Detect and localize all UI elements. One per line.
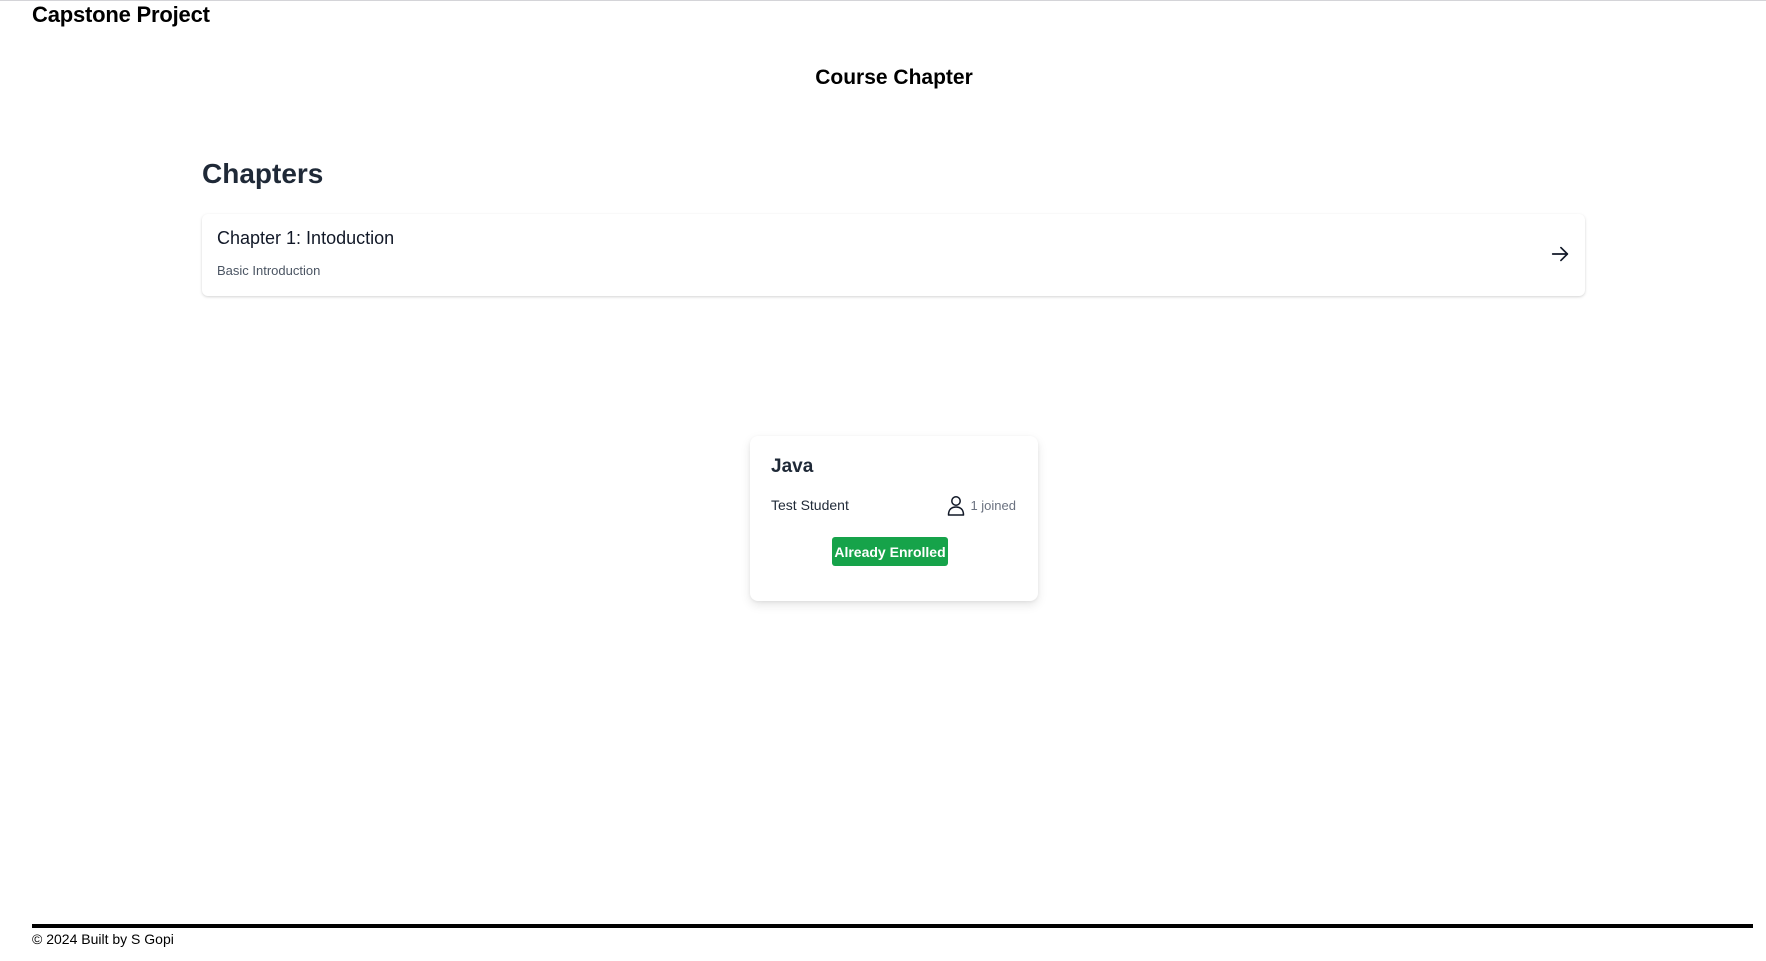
already-enrolled-button[interactable]: Already Enrolled <box>832 537 948 566</box>
joined-info: 1 joined <box>947 494 1016 516</box>
top-divider <box>0 0 1766 1</box>
app-title[interactable]: Capstone Project <box>32 2 210 28</box>
chapter-card[interactable]: Chapter 1: Intoduction Basic Introductio… <box>202 214 1585 296</box>
chapter-title: Chapter 1: Intoduction <box>217 228 395 248</box>
footer-divider <box>32 924 1753 928</box>
course-author: Test Student <box>771 497 849 513</box>
chapters-heading: Chapters <box>202 158 324 189</box>
user-icon <box>948 495 965 516</box>
arrow-right-icon[interactable] <box>1549 243 1571 265</box>
joined-count: 1 joined <box>970 497 1016 513</box>
page: Capstone Project Course Chapter Chapters… <box>0 0 1766 961</box>
footer-copyright: © 2024 Built by S Gopi <box>32 931 174 947</box>
course-card: Java Test Student 1 joined Already Enrol… <box>750 436 1038 601</box>
course-title: Java <box>771 456 814 477</box>
chapter-description: Basic Introduction <box>217 263 321 278</box>
page-title: Course Chapter <box>815 66 973 89</box>
